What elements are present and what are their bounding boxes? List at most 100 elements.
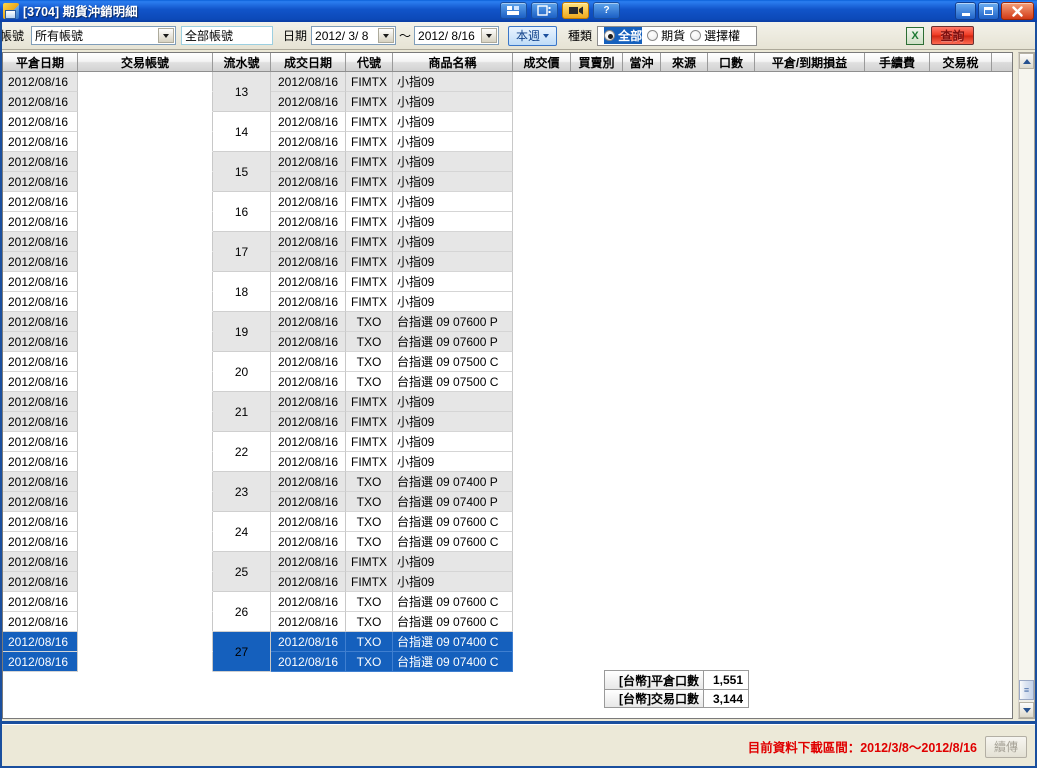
column-header-seq[interactable]: 流水號	[213, 53, 271, 71]
table-row[interactable]: 2012/08/16	[3, 152, 213, 172]
table-row[interactable]: 2012/08/16 TXO 台指選 09 07500 C	[271, 372, 513, 392]
column-header-price[interactable]: 成交價	[513, 53, 571, 71]
account-all-field[interactable]: 全部帳號	[181, 26, 273, 45]
table-row[interactable]: 2012/08/16 TXO 台指選 09 07400 C	[271, 652, 513, 672]
table-row[interactable]: 2012/08/16	[3, 412, 213, 432]
table-row[interactable]: 2012/08/16 FIMTX 小指09	[271, 432, 513, 452]
table-row[interactable]: 2012/08/16 FIMTX 小指09	[271, 72, 513, 92]
table-row-group[interactable]: 15 2012/08/16 FIMTX 小指09 2012/08/16 FIMTX 小指09	[213, 152, 513, 192]
table-row[interactable]: 2012/08/16 TXO 台指選 09 07600 C	[271, 592, 513, 612]
column-header-daytrade[interactable]: 當沖	[623, 53, 661, 71]
table-row[interactable]: 2012/08/16	[3, 592, 213, 612]
table-row[interactable]: 2012/08/16	[3, 332, 213, 352]
chevron-down-icon[interactable]	[158, 28, 174, 43]
table-row[interactable]: 2012/08/16	[3, 272, 213, 292]
table-row[interactable]: 2012/08/16	[3, 232, 213, 252]
chevron-down-icon[interactable]	[378, 28, 395, 43]
table-row-group[interactable]: 18 2012/08/16 FIMTX 小指09 2012/08/16 FIMTX 小指09	[213, 272, 513, 312]
table-row-group[interactable]: 19 2012/08/16 TXO 台指選 09 07600 P 2012/08/16 T…	[213, 312, 513, 352]
column-header-trade_date[interactable]: 成交日期	[271, 53, 346, 71]
excel-export-icon[interactable]: X	[906, 26, 925, 45]
column-header-code[interactable]: 代號	[346, 53, 393, 71]
table-row[interactable]: 2012/08/16 FIMTX 小指09	[271, 292, 513, 312]
table-row[interactable]: 2012/08/16 TXO 台指選 09 07400 P	[271, 472, 513, 492]
minimize-button[interactable]	[955, 2, 976, 20]
table-row[interactable]: 2012/08/16	[3, 612, 213, 632]
table-row[interactable]: 2012/08/16	[3, 632, 213, 652]
radio-type-futures[interactable]: 期貨	[647, 27, 685, 44]
table-row-group[interactable]: 24 2012/08/16 TXO 台指選 09 07600 C 2012/08/16 T…	[213, 512, 513, 552]
scrollbar-track[interactable]	[1019, 69, 1034, 684]
table-row-group[interactable]: 25 2012/08/16 FIMTX 小指09 2012/08/16 FIMTX 小指09	[213, 552, 513, 592]
table-row-group[interactable]: 14 2012/08/16 FIMTX 小指09 2012/08/16 FIMTX 小指09	[213, 112, 513, 152]
table-row[interactable]: 2012/08/16	[3, 132, 213, 152]
table-row-group[interactable]: 16 2012/08/16 FIMTX 小指09 2012/08/16 FIMTX 小指09	[213, 192, 513, 232]
table-row[interactable]: 2012/08/16 FIMTX 小指09	[271, 192, 513, 212]
table-row[interactable]: 2012/08/16 FIMTX 小指09	[271, 392, 513, 412]
table-row-group[interactable]: 17 2012/08/16 FIMTX 小指09 2012/08/16 FIMTX 小指09	[213, 232, 513, 272]
table-row[interactable]: 2012/08/16	[3, 652, 213, 672]
table-row[interactable]: 2012/08/16 TXO 台指選 09 07600 C	[271, 512, 513, 532]
column-header-bs[interactable]: 買賣別	[571, 53, 623, 71]
table-row[interactable]: 2012/08/16 TXO 台指選 09 07600 P	[271, 332, 513, 352]
table-row[interactable]: 2012/08/16 FIMTX 小指09	[271, 572, 513, 592]
table-row[interactable]: 2012/08/16 FIMTX 小指09	[271, 552, 513, 572]
panel-icon[interactable]	[531, 2, 558, 19]
scrollbar-thumb[interactable]: ≡	[1019, 680, 1034, 700]
continue-download-button[interactable]: 續傳	[985, 735, 1027, 758]
table-row[interactable]: 2012/08/16 FIMTX 小指09	[271, 92, 513, 112]
table-row[interactable]: 2012/08/16 TXO 台指選 09 07600 C	[271, 532, 513, 552]
column-header-pnl[interactable]: 平倉/到期損益	[755, 53, 865, 71]
table-row[interactable]: 2012/08/16 FIMTX 小指09	[271, 132, 513, 152]
table-row[interactable]: 2012/08/16	[3, 552, 213, 572]
table-row[interactable]: 2012/08/16	[3, 432, 213, 452]
table-row-group[interactable]: 22 2012/08/16 FIMTX 小指09 2012/08/16 FIMTX 小指09	[213, 432, 513, 472]
radio-type-all[interactable]: 全部	[604, 27, 643, 44]
table-row[interactable]: 2012/08/16 FIMTX 小指09	[271, 232, 513, 252]
column-header-product[interactable]: 商品名稱	[393, 53, 513, 71]
table-row[interactable]: 2012/08/16	[3, 372, 213, 392]
column-header-tax[interactable]: 交易稅	[930, 53, 992, 71]
table-row[interactable]: 2012/08/16 TXO 台指選 09 07500 C	[271, 352, 513, 372]
table-row[interactable]: 2012/08/16	[3, 532, 213, 552]
scroll-up-button[interactable]	[1019, 53, 1034, 69]
table-row[interactable]: 2012/08/16	[3, 572, 213, 592]
table-row[interactable]: 2012/08/16	[3, 512, 213, 532]
table-row-group[interactable]: 26 2012/08/16 TXO 台指選 09 07600 C 2012/08/16 T…	[213, 592, 513, 632]
table-row[interactable]: 2012/08/16 FIMTX 小指09	[271, 152, 513, 172]
table-row[interactable]: 2012/08/16 TXO 台指選 09 07400 C	[271, 632, 513, 652]
table-row[interactable]: 2012/08/16 FIMTX 小指09	[271, 272, 513, 292]
table-row[interactable]: 2012/08/16	[3, 292, 213, 312]
column-header-close_date[interactable]: 平倉日期	[3, 53, 78, 71]
scroll-down-button[interactable]	[1019, 702, 1034, 718]
radio-type-options[interactable]: 選擇權	[690, 27, 740, 44]
query-button[interactable]: 查詢	[931, 26, 975, 45]
table-row[interactable]: 2012/08/16 FIMTX 小指09	[271, 112, 513, 132]
date-from-picker[interactable]: 2012/ 3/ 8	[311, 26, 397, 45]
table-row[interactable]: 2012/08/16	[3, 352, 213, 372]
table-row[interactable]: 2012/08/16 FIMTX 小指09	[271, 452, 513, 472]
close-button[interactable]	[1001, 2, 1034, 20]
account-select[interactable]: 所有帳號	[31, 26, 176, 45]
table-row[interactable]: 2012/08/16	[3, 492, 213, 512]
chevron-down-icon[interactable]	[481, 28, 498, 43]
table-row[interactable]: 2012/08/16	[3, 72, 213, 92]
table-row[interactable]: 2012/08/16 FIMTX 小指09	[271, 212, 513, 232]
table-row[interactable]: 2012/08/16	[3, 172, 213, 192]
table-row-group[interactable]: 20 2012/08/16 TXO 台指選 09 07500 C 2012/08/16 T…	[213, 352, 513, 392]
camera-icon[interactable]	[562, 2, 589, 19]
table-row[interactable]: 2012/08/16	[3, 452, 213, 472]
table-row-group[interactable]: 27 2012/08/16 TXO 台指選 09 07400 C 2012/08/16 T…	[213, 632, 513, 672]
table-row[interactable]: 2012/08/16 FIMTX 小指09	[271, 172, 513, 192]
table-row[interactable]: 2012/08/16	[3, 192, 213, 212]
table-row[interactable]: 2012/08/16 TXO 台指選 09 07600 P	[271, 312, 513, 332]
table-row[interactable]: 2012/08/16 TXO 台指選 09 07400 P	[271, 492, 513, 512]
table-row-group[interactable]: 23 2012/08/16 TXO 台指選 09 07400 P 2012/08/16 T…	[213, 472, 513, 512]
table-row[interactable]: 2012/08/16 FIMTX 小指09	[271, 252, 513, 272]
table-row[interactable]: 2012/08/16	[3, 392, 213, 412]
column-header-lots[interactable]: 口數	[708, 53, 755, 71]
table-row[interactable]: 2012/08/16 TXO 台指選 09 07600 C	[271, 612, 513, 632]
table-row[interactable]: 2012/08/16	[3, 92, 213, 112]
table-row-group[interactable]: 21 2012/08/16 FIMTX 小指09 2012/08/16 FIMTX 小指09	[213, 392, 513, 432]
table-row[interactable]: 2012/08/16	[3, 312, 213, 332]
